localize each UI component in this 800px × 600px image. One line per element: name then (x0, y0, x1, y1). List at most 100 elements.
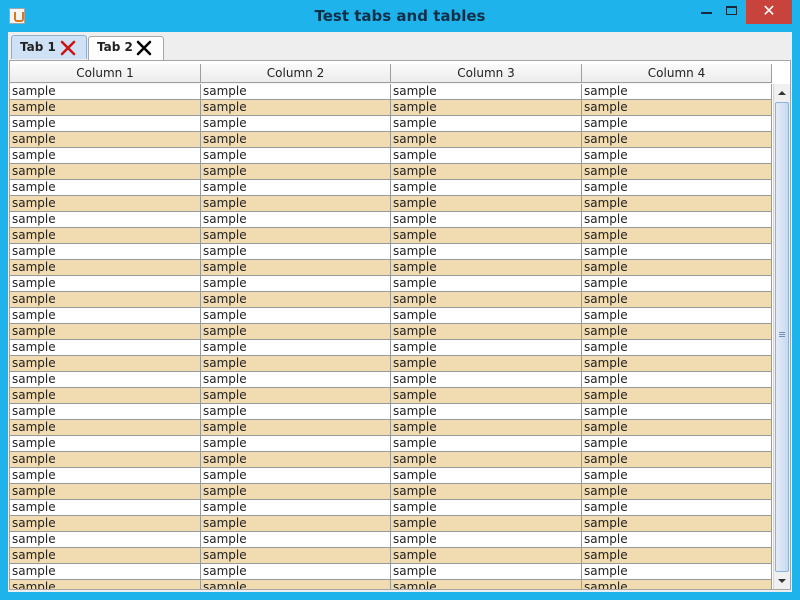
table-cell[interactable]: sample (10, 100, 201, 116)
table-cell[interactable]: sample (201, 548, 391, 564)
table-row[interactable]: sample sample sample sample (10, 452, 772, 468)
table-cell[interactable]: sample (582, 276, 772, 292)
scrollbar-thumb[interactable] (775, 102, 789, 572)
table-row[interactable]: sample sample sample sample (10, 148, 772, 164)
tab-1[interactable]: Tab 1 (11, 35, 87, 59)
table-row[interactable]: sample sample sample sample (10, 580, 772, 589)
column-header[interactable]: Column 2 (201, 64, 391, 83)
table-cell[interactable]: sample (201, 420, 391, 436)
table-cell[interactable]: sample (10, 212, 201, 228)
table-cell[interactable]: sample (582, 260, 772, 276)
table-row[interactable]: sample sample sample sample (10, 372, 772, 388)
table-row[interactable]: sample sample sample sample (10, 436, 772, 452)
table-cell[interactable]: sample (201, 132, 391, 148)
table-cell[interactable]: sample (582, 100, 772, 116)
table-cell[interactable]: sample (391, 532, 582, 548)
table-cell[interactable]: sample (201, 292, 391, 308)
table-cell[interactable]: sample (201, 228, 391, 244)
table-cell[interactable]: sample (201, 180, 391, 196)
table-row[interactable]: sample sample sample sample (10, 564, 772, 580)
table-cell[interactable]: sample (391, 548, 582, 564)
table-cell[interactable]: sample (391, 164, 582, 180)
table-row[interactable]: sample sample sample sample (10, 548, 772, 564)
table-cell[interactable]: sample (582, 452, 772, 468)
table-cell[interactable]: sample (10, 356, 201, 372)
table-cell[interactable]: sample (391, 100, 582, 116)
table-cell[interactable]: sample (10, 196, 201, 212)
table-row[interactable]: sample sample sample sample (10, 404, 772, 420)
table-cell[interactable]: sample (201, 212, 391, 228)
table-cell[interactable]: sample (201, 516, 391, 532)
table-cell[interactable]: sample (582, 292, 772, 308)
table-cell[interactable]: sample (582, 420, 772, 436)
table-cell[interactable]: sample (582, 196, 772, 212)
table-cell[interactable]: sample (391, 324, 582, 340)
table-cell[interactable]: sample (582, 436, 772, 452)
black-x-icon[interactable] (135, 39, 153, 57)
table-row[interactable]: sample sample sample sample (10, 228, 772, 244)
table-cell[interactable]: sample (391, 452, 582, 468)
table-cell[interactable]: sample (10, 164, 201, 180)
table-row[interactable]: sample sample sample sample (10, 388, 772, 404)
table-cell[interactable]: sample (391, 292, 582, 308)
table-cell[interactable]: sample (582, 516, 772, 532)
table-cell[interactable]: sample (201, 324, 391, 340)
table-cell[interactable]: sample (582, 180, 772, 196)
table-cell[interactable]: sample (582, 404, 772, 420)
table-row[interactable]: sample sample sample sample (10, 116, 772, 132)
table-cell[interactable]: sample (201, 260, 391, 276)
table-cell[interactable]: sample (391, 484, 582, 500)
table-cell[interactable]: sample (10, 132, 201, 148)
table-cell[interactable]: sample (391, 372, 582, 388)
table-cell[interactable]: sample (391, 276, 582, 292)
table-cell[interactable]: sample (201, 388, 391, 404)
column-header[interactable]: Column 1 (10, 64, 201, 83)
table-row[interactable]: sample sample sample sample (10, 308, 772, 324)
table-cell[interactable]: sample (582, 580, 772, 589)
table-row[interactable]: sample sample sample sample (10, 420, 772, 436)
table-cell[interactable]: sample (201, 404, 391, 420)
table-cell[interactable]: sample (391, 244, 582, 260)
table-cell[interactable]: sample (582, 388, 772, 404)
table-cell[interactable]: sample (582, 468, 772, 484)
table-cell[interactable]: sample (201, 244, 391, 260)
table-cell[interactable]: sample (10, 436, 201, 452)
table-cell[interactable]: sample (10, 324, 201, 340)
table-cell[interactable]: sample (10, 548, 201, 564)
table-row[interactable]: sample sample sample sample (10, 324, 772, 340)
table-cell[interactable]: sample (391, 564, 582, 580)
table-cell[interactable]: sample (201, 372, 391, 388)
table-row[interactable]: sample sample sample sample (10, 164, 772, 180)
table-cell[interactable]: sample (582, 132, 772, 148)
table-cell[interactable]: sample (582, 244, 772, 260)
table-cell[interactable]: sample (391, 196, 582, 212)
table-cell[interactable]: sample (391, 116, 582, 132)
table-row[interactable]: sample sample sample sample (10, 276, 772, 292)
table-cell[interactable]: sample (391, 228, 582, 244)
table-cell[interactable]: sample (391, 148, 582, 164)
table-cell[interactable]: sample (391, 212, 582, 228)
table-cell[interactable]: sample (391, 516, 582, 532)
scroll-down-arrow-icon[interactable] (775, 573, 789, 589)
column-header[interactable]: Column 4 (582, 64, 772, 83)
table-cell[interactable]: sample (10, 516, 201, 532)
table-cell[interactable]: sample (391, 180, 582, 196)
table-cell[interactable]: sample (391, 404, 582, 420)
table-row[interactable]: sample sample sample sample (10, 516, 772, 532)
table-cell[interactable]: sample (10, 484, 201, 500)
table-cell[interactable]: sample (201, 100, 391, 116)
table-cell[interactable]: sample (582, 484, 772, 500)
table-cell[interactable]: sample (391, 388, 582, 404)
red-x-icon[interactable] (59, 39, 77, 57)
table-cell[interactable]: sample (582, 212, 772, 228)
table-cell[interactable]: sample (10, 260, 201, 276)
table-cell[interactable]: sample (391, 260, 582, 276)
table-cell[interactable]: sample (10, 372, 201, 388)
close-button[interactable]: ✕ (746, 0, 792, 24)
table-cell[interactable]: sample (10, 292, 201, 308)
table-cell[interactable]: sample (10, 84, 201, 100)
table-cell[interactable]: sample (391, 340, 582, 356)
table-cell[interactable]: sample (582, 548, 772, 564)
table-row[interactable]: sample sample sample sample (10, 180, 772, 196)
tab-2[interactable]: Tab 2 (88, 36, 164, 60)
